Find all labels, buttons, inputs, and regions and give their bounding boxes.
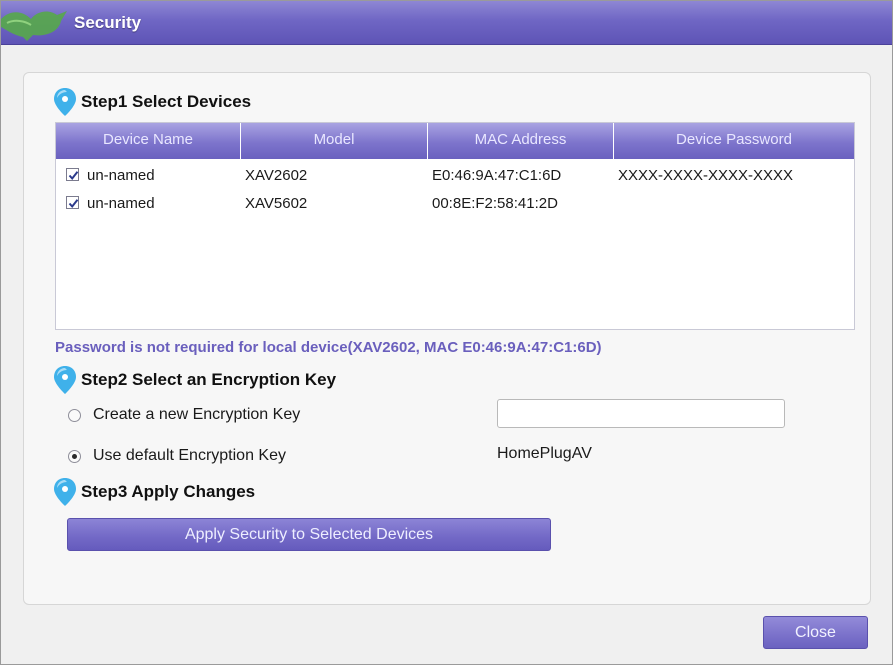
column-header-device-password[interactable]: Device Password [614, 123, 854, 159]
table-row[interactable]: un-named XAV5602 00:8E:F2:58:41:2D [56, 191, 854, 217]
checkmark-icon [68, 171, 79, 181]
column-header-model[interactable]: Model [241, 123, 428, 159]
title-bar: Security [1, 1, 892, 45]
radio-label: Create a new Encryption Key [93, 406, 301, 423]
radio-button[interactable] [68, 408, 81, 422]
radio-create-new-key[interactable]: Create a new Encryption Key [68, 406, 300, 424]
new-encryption-key-input[interactable] [497, 399, 785, 428]
window-title: Security [74, 13, 142, 32]
apply-security-button[interactable]: Apply Security to Selected Devices [67, 518, 551, 551]
step1-header: Step1 Select Devices [53, 87, 251, 117]
close-button[interactable]: Close [763, 616, 868, 649]
device-password[interactable]: XXXX-XXXX-XXXX-XXXX [618, 167, 793, 184]
table-row[interactable]: un-named XAV2602 E0:46:9A:47:C1:6D XXXX-… [56, 163, 854, 189]
default-key-value: HomePlugAV [497, 445, 592, 462]
device-model: XAV2602 [245, 167, 308, 184]
location-pin-icon [54, 478, 76, 506]
column-header-mac-address[interactable]: MAC Address [428, 123, 614, 159]
step3-header: Step3 Apply Changes [53, 477, 255, 507]
step1-label: Step1 Select Devices [81, 92, 252, 111]
table-header: Device Name Model MAC Address Device Pas… [56, 123, 854, 159]
genie-lamp-icon [1, 11, 67, 41]
radio-button[interactable] [68, 449, 81, 463]
step2-header: Step2 Select an Encryption Key [53, 365, 336, 395]
device-checkbox[interactable] [66, 196, 79, 209]
step3-label: Step3 Apply Changes [81, 482, 256, 501]
location-pin-icon [54, 366, 76, 394]
device-mac: 00:8E:F2:58:41:2D [432, 195, 558, 212]
radio-use-default-key[interactable]: Use default Encryption Key [68, 447, 286, 465]
device-model: XAV5602 [245, 195, 308, 212]
column-header-device-name[interactable]: Device Name [56, 123, 241, 159]
local-device-note: Password is not required for local devic… [55, 339, 602, 356]
device-mac: E0:46:9A:47:C1:6D [432, 167, 562, 184]
checkmark-icon [68, 199, 79, 209]
device-checkbox[interactable] [66, 168, 79, 181]
step2-label: Step2 Select an Encryption Key [81, 370, 337, 389]
radio-label: Use default Encryption Key [93, 447, 286, 464]
device-name: un-named [87, 167, 155, 184]
device-table: Device Name Model MAC Address Device Pas… [55, 122, 855, 330]
security-window: Security Step1 Select Devices Device Nam… [0, 0, 893, 665]
device-name: un-named [87, 195, 155, 212]
location-pin-icon [54, 88, 76, 116]
